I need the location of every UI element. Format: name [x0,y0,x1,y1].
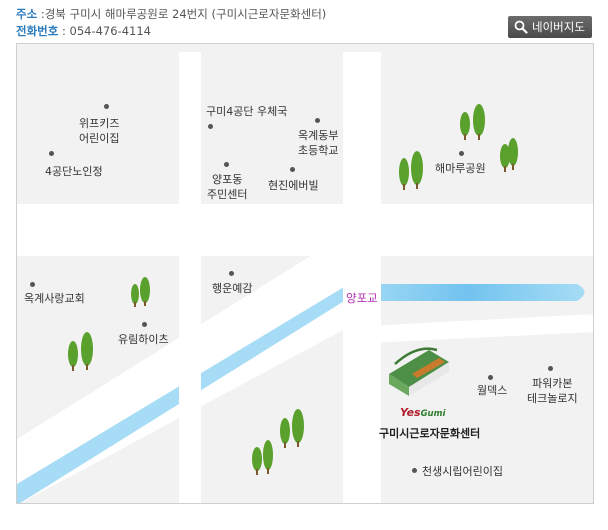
place-label-power-carbon: 파워카본 테크놀로지 [527,377,578,405]
place-label-haemaru-park: 해마루공원 [435,162,486,175]
place-marker [142,322,147,327]
place-label-yurim: 유림하이츠 [118,333,169,346]
place-label-yangpo-center: 양포동 주민센터 [207,173,248,201]
road-vertical-east [343,52,381,503]
place-marker [49,151,54,156]
main-road-horizontal [17,204,593,256]
place-label-hyunjin: 현진에버빌 [268,179,319,192]
place-label-post-office: 구미4공단 우체국 [206,105,288,118]
place-label-wipkids: 위프키즈 어린이집 [79,117,120,145]
place-marker [412,468,417,473]
road-vertical-west [179,52,201,503]
place-label-okgye-church: 옥계사랑교회 [24,292,85,305]
place-marker [229,271,234,276]
place-marker [488,375,493,380]
place-marker [548,366,553,371]
search-icon [514,20,528,34]
logo-sub: Gumi [420,409,446,419]
place-label-senior-center: 4공단노인정 [45,165,103,178]
place-label-okgye-school: 옥계동부 초등학교 [298,129,339,157]
yes-gumi-logo: YesGumi [400,406,446,419]
phone-label: 전화번호 [16,24,59,38]
river-horizontal [349,284,585,301]
place-label-wildex: 월덱스 [477,384,508,397]
place-marker [224,162,229,167]
location-map: 위프키즈 어린이집 4공단노인정 구미4공단 우체국 옥계동부 초등학교 양포동 주민… [16,43,594,504]
phone-row: 전화번호 : 054-476-4114 [16,23,151,39]
place-marker [315,118,320,123]
place-marker [459,151,464,156]
place-label-haengun: 행운예감 [212,282,253,295]
place-marker [208,124,213,129]
address-label: 주소 [16,7,38,21]
naver-map-button[interactable]: 네이버지도 [508,16,592,38]
culture-center-name: 구미시근로자문화센터 [379,427,481,440]
place-label-cheonsaeng: 천생시립어린이집 [422,465,503,478]
bridge-label: 양포교 [346,291,378,305]
place-marker [290,167,295,172]
logo-text: es [406,406,421,419]
map-base [17,44,593,503]
place-marker [104,104,109,109]
place-marker [30,282,35,287]
address-row: 주소 :경북 구미시 해마루공원로 24번지 (구미시근로자문화센터) [16,6,326,22]
phone-value: : 054-476-4114 [61,24,151,38]
address-value: :경북 구미시 해마루공원로 24번지 (구미시근로자문화센터) [40,7,327,21]
naver-map-label: 네이버지도 [532,20,585,34]
